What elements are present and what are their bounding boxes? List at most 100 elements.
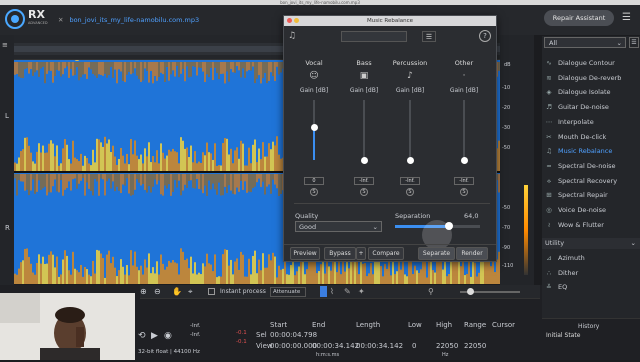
record-icon[interactable]: ◉ [164,331,172,341]
spectro-top [138,62,140,80]
spectro-bottom [88,163,90,172]
repair-assistant-button[interactable]: Repair Assistant [544,10,614,26]
lasso-icon[interactable]: ⌇ [330,287,334,296]
module-item[interactable]: ≀ Wow & Flutter [544,218,638,232]
bypass-button[interactable]: Bypass [324,247,356,260]
bypass-add-button[interactable]: + [356,247,366,260]
module-icon: ♫ [546,147,552,156]
spectro-bottom [276,277,278,284]
module-item[interactable]: ◎ Voice De-noise [544,203,638,217]
close-tab-icon[interactable]: ✕ [58,16,63,24]
gain-value[interactable]: -Inf. [400,177,420,185]
spectro-top [116,174,118,187]
spectro-top [270,174,272,194]
preview-button[interactable]: Preview [290,247,320,260]
spectro-bottom [38,254,40,284]
spectro-top [220,62,222,74]
solo-button[interactable]: S [310,188,318,196]
zoom-out-icon[interactable]: ⊖ [154,287,161,296]
solo-button[interactable]: S [406,188,414,196]
spectro-bottom [164,158,166,172]
gain-slider[interactable] [310,100,318,160]
utility-header[interactable]: Utility ⌄ [542,238,640,249]
solo-button[interactable]: S [360,188,368,196]
gain-slider-knob[interactable] [406,156,414,164]
module-label: Music Rebalance [558,147,613,156]
close-window-icon[interactable] [287,18,292,23]
spectro-bottom [266,267,268,284]
gain-slider[interactable] [360,100,368,164]
spectro-bottom [462,259,464,284]
view-end[interactable]: 00:00:34.142 [312,342,359,350]
zoom-in-icon[interactable]: ⊕ [140,287,147,296]
utility-item[interactable]: ∴ Dither [544,266,638,280]
gain-value[interactable]: 0 [304,177,324,185]
compare-button[interactable]: Compare [368,247,404,260]
module-item[interactable]: ∿ Dialogue Contour [544,56,638,70]
tool-selected-icon[interactable] [320,286,327,297]
instant-process-checkbox[interactable] [208,288,215,295]
module-item[interactable]: ✂ Mouth De-click [544,130,638,144]
minimize-window-icon[interactable] [294,18,299,23]
sel-start[interactable]: 00:00:04.798 [270,331,317,339]
spectro-top [150,62,152,71]
preset-menu-icon[interactable]: ☰ [422,31,436,42]
spectro-top [146,62,148,71]
hand-tool-icon[interactable]: ✋ [172,287,182,296]
view-range[interactable]: 22050 [464,342,486,350]
brush-icon[interactable]: ✎ [344,287,351,296]
utility-item[interactable]: ⊿ Azimuth [544,251,638,265]
menu-icon[interactable]: ☰ [622,12,634,24]
gain-slider-knob[interactable] [310,123,318,131]
play-icon[interactable]: ▶ [151,331,158,341]
panel-menu-icon[interactable]: ☰ [629,37,639,48]
module-item[interactable]: ♬ Guitar De-noise [544,100,638,114]
attenuate-select[interactable]: Attenuate [270,287,306,297]
view-low[interactable]: 0 [412,342,416,350]
gain-value[interactable]: -Inf. [354,177,374,185]
gain-slider-knob[interactable] [360,156,368,164]
spectro-bottom [330,270,332,284]
module-item[interactable]: ⊞ Spectral Repair [544,188,638,202]
spectro-bottom [362,263,364,284]
view-high[interactable]: 22050 [436,342,458,350]
time-select-icon[interactable]: ⌖ [188,287,193,297]
spectro-bottom [336,272,338,284]
module-label: Spectral Recovery [558,176,618,185]
preset-select[interactable] [341,31,407,42]
help-icon[interactable]: ? [479,30,491,42]
spectro-bottom [172,260,174,284]
gain-slider[interactable] [460,100,468,164]
spectro-top [186,62,188,67]
module-item[interactable]: ♫ Music Rebalance [544,144,638,158]
module-item[interactable]: ◈ Dialogue Isolate [544,85,638,99]
spectro-bottom [496,259,498,284]
zoom-slider-knob[interactable] [467,288,474,295]
zoom-icon[interactable]: ≡ [2,41,8,49]
wand-icon[interactable]: ✦ [358,287,365,296]
spectro-bottom [16,163,18,172]
spectro-bottom [328,266,330,284]
separation-value[interactable]: 64,0 [464,212,478,220]
gain-value[interactable]: -Inf. [454,177,474,185]
view-length[interactable]: 00:00:34.142 [356,342,403,350]
separate-button[interactable]: Separate [418,247,455,260]
spectrum-icon[interactable]: ⚲ [428,287,434,296]
render-button[interactable]: Render [456,247,488,260]
quality-select[interactable]: Good ⌄ [295,221,382,232]
file-tab[interactable]: ✕ bon_jovi_its_my_life-namobilu.com.mp3 [58,12,248,28]
spectro-bottom [460,266,462,284]
module-item[interactable]: ≋ Dialogue De-reverb [544,71,638,85]
spectro-bottom [84,155,86,172]
solo-button[interactable]: S [460,188,468,196]
utility-item[interactable]: ≚ EQ [544,280,638,294]
view-start[interactable]: 00:00:00.000 [270,342,317,350]
module-item[interactable]: ⟡ Spectral Recovery [544,174,638,188]
loop-icon[interactable]: ⟲ [138,331,146,341]
module-filter-select[interactable]: All ⌄ [544,37,626,48]
gain-slider-knob[interactable] [460,156,468,164]
module-item[interactable]: ⋯ Interpolate [544,115,638,129]
module-item[interactable]: ≈ Spectral De-noise [544,159,638,173]
history-item[interactable]: Initial State [546,332,580,339]
gain-slider[interactable] [406,100,414,164]
